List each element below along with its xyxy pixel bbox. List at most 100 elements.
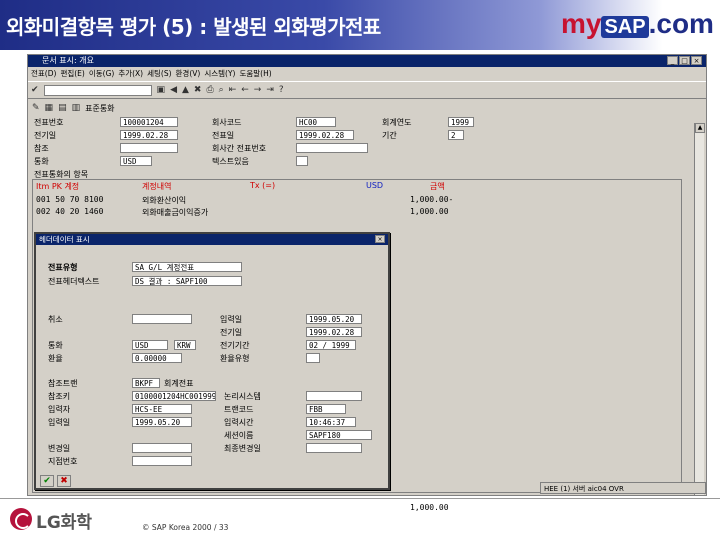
- line-item-1-item[interactable]: 001 50 70 8100: [36, 195, 103, 204]
- dlg-exchange-label: 환율: [48, 354, 63, 363]
- dlg-entry-date2-label: 입력일: [48, 418, 71, 427]
- dlg-exchange-field[interactable]: 0.00000: [132, 353, 182, 363]
- slide-header: 외화미결항목 평가 (5) : 발생된 외화평가전표 my SAP .com: [0, 0, 720, 50]
- dlg-change-label: 변경일: [48, 444, 71, 453]
- fiscal-year-field[interactable]: 1999: [448, 117, 474, 127]
- dlg-posting-date-field[interactable]: 1999.02.28: [306, 327, 362, 337]
- dlg-entered-by-label: 입력자: [48, 405, 71, 414]
- dlg-posting-period-field[interactable]: 02 / 1999: [306, 340, 356, 350]
- footer-divider: [0, 498, 720, 499]
- dlg-entry-time-field[interactable]: 10:46:37: [306, 417, 356, 427]
- menu-help[interactable]: 도움말(H): [239, 68, 271, 80]
- grid-header-tax: Tx (=): [250, 181, 276, 190]
- menu-settings[interactable]: 세팅(S): [147, 68, 171, 80]
- overview-icon[interactable]: ▦: [45, 103, 54, 113]
- display-icon[interactable]: ✎: [32, 103, 40, 113]
- dlg-header-text-field[interactable]: DS 결과 : SAPF100: [132, 276, 242, 286]
- taxes-icon[interactable]: ▥: [72, 103, 81, 113]
- dialog-close-icon[interactable]: ×: [375, 235, 385, 243]
- back-icon[interactable]: ◀: [170, 85, 177, 95]
- dlg-entered-by-field[interactable]: HCS-EE: [132, 404, 192, 414]
- dlg-doc-type-label: 전표유형: [48, 263, 78, 272]
- vertical-scrollbar[interactable]: ▲: [694, 123, 705, 495]
- minimize-icon[interactable]: _: [667, 56, 678, 65]
- save-icon[interactable]: ▣: [157, 85, 166, 95]
- maximize-icon[interactable]: □: [679, 56, 690, 65]
- cross-company-field[interactable]: [296, 143, 368, 153]
- first-page-icon[interactable]: ⇤: [229, 85, 237, 95]
- line-item-2-desc[interactable]: 외화매출금이익증가: [142, 207, 208, 218]
- period-label: 기간: [382, 131, 397, 140]
- doc-date-field[interactable]: 1999.02.28: [296, 130, 354, 140]
- dlg-ref-key-label: 참조키: [48, 392, 71, 401]
- print-icon[interactable]: ⎙: [206, 85, 213, 95]
- application-toolbar: ✎ ▦ ▤ ▥ 표준통화: [28, 100, 706, 116]
- dialog-actions: ✔ ✖: [40, 475, 71, 487]
- dlg-ref-trans-label: 참조트랜: [48, 379, 78, 388]
- copyright: © SAP Korea 2000 / 33: [142, 523, 229, 532]
- period-field[interactable]: 2: [448, 130, 464, 140]
- cancel-icon[interactable]: ✖: [194, 85, 202, 95]
- standard-toolbar: ✔ ▣ ◀ ▲ ✖ ⎙ ⌕ ⇤ ← → ⇥ ?: [28, 81, 706, 99]
- company-field[interactable]: HC00: [296, 117, 336, 127]
- dlg-change-field[interactable]: [132, 443, 192, 453]
- close-icon[interactable]: ×: [691, 56, 702, 65]
- header-icon[interactable]: ▤: [58, 103, 67, 113]
- dlg-tcode-field[interactable]: FBB: [306, 404, 346, 414]
- menu-environment[interactable]: 환경(V): [176, 68, 201, 80]
- line-item-2-amount[interactable]: 1,000.00: [410, 207, 449, 216]
- dlg-tcode-label: 트랜코드: [224, 405, 254, 414]
- doc-date-label: 전표일: [212, 131, 235, 140]
- menu-extras[interactable]: 추가(X): [118, 68, 143, 80]
- exit-icon[interactable]: ▲: [182, 85, 189, 95]
- dlg-ref-key-field[interactable]: 0100001204HC001999: [132, 391, 216, 401]
- dlg-rate-type-label: 환율유형: [220, 354, 250, 363]
- enter-icon[interactable]: ✔: [31, 85, 39, 95]
- dlg-reversal-field[interactable]: [132, 314, 192, 324]
- doc-number-field[interactable]: 100001204: [120, 117, 178, 127]
- cancel-icon[interactable]: ✖: [57, 475, 71, 487]
- help-icon[interactable]: ?: [279, 85, 284, 95]
- dlg-branch-label: 지점번호: [48, 457, 78, 466]
- currency-field[interactable]: USD: [120, 156, 152, 166]
- posting-date-label: 전기일: [34, 131, 57, 140]
- dlg-logical-sys-field[interactable]: [306, 391, 362, 401]
- grid-header-currency: USD: [366, 181, 384, 190]
- dlg-last-change-field[interactable]: [306, 443, 362, 453]
- dlg-session-label: 세션이름: [224, 431, 254, 440]
- last-page-icon[interactable]: ⇥: [266, 85, 274, 95]
- total-amount: 1,000.00: [410, 503, 449, 512]
- status-bar: HEE (1) 서버 aic04 OVR: [540, 482, 706, 494]
- dlg-session-field[interactable]: SAPF180: [306, 430, 372, 440]
- dlg-entry-date-field[interactable]: 1999.05.20: [306, 314, 362, 324]
- confirm-icon[interactable]: ✔: [40, 475, 54, 487]
- menubar: 전표(D) 편집(E) 이동(G) 추가(X) 세팅(S) 환경(V) 시스템(…: [28, 68, 706, 80]
- dlg-local-currency-field[interactable]: KRW: [174, 340, 196, 350]
- header-data-dialog: 헤더데이터 표시 × 전표유형 SA G/L 계정전표 전표헤더텍스트 DS 결…: [34, 232, 390, 490]
- posting-date-field[interactable]: 1999.02.28: [120, 130, 178, 140]
- dlg-rate-type-field[interactable]: [306, 353, 320, 363]
- next-page-icon[interactable]: →: [254, 85, 262, 95]
- menu-system[interactable]: 시스템(Y): [204, 68, 235, 80]
- standard-currency-button[interactable]: 표준통화: [85, 103, 114, 114]
- menu-document[interactable]: 전표(D): [31, 68, 56, 80]
- company-label: 회사코드: [212, 118, 242, 127]
- scroll-up-icon[interactable]: ▲: [695, 123, 705, 133]
- line-item-1-desc[interactable]: 외화환산이익: [142, 195, 186, 206]
- line-item-2-item[interactable]: 002 40 20 1460: [36, 207, 103, 216]
- text-exists-field[interactable]: [296, 156, 308, 166]
- prev-page-icon[interactable]: ←: [241, 85, 249, 95]
- find-icon[interactable]: ⌕: [219, 85, 224, 95]
- menu-goto[interactable]: 이동(G): [89, 68, 114, 80]
- dlg-currency-field[interactable]: USD: [132, 340, 168, 350]
- grid-header-item: Itm PK 계정: [36, 182, 80, 191]
- reference-field[interactable]: [120, 143, 178, 153]
- mysap-logo: my SAP .com: [561, 8, 714, 39]
- menu-edit[interactable]: 편집(E): [60, 68, 84, 80]
- line-item-1-amount[interactable]: 1,000.00-: [410, 195, 453, 204]
- dlg-doc-type-field[interactable]: SA G/L 계정전표: [132, 262, 242, 272]
- dlg-ref-trans-field[interactable]: BKPF: [132, 378, 160, 388]
- dlg-entry-date2-field[interactable]: 1999.05.20: [132, 417, 192, 427]
- dlg-branch-field[interactable]: [132, 456, 192, 466]
- command-field[interactable]: [43, 84, 152, 96]
